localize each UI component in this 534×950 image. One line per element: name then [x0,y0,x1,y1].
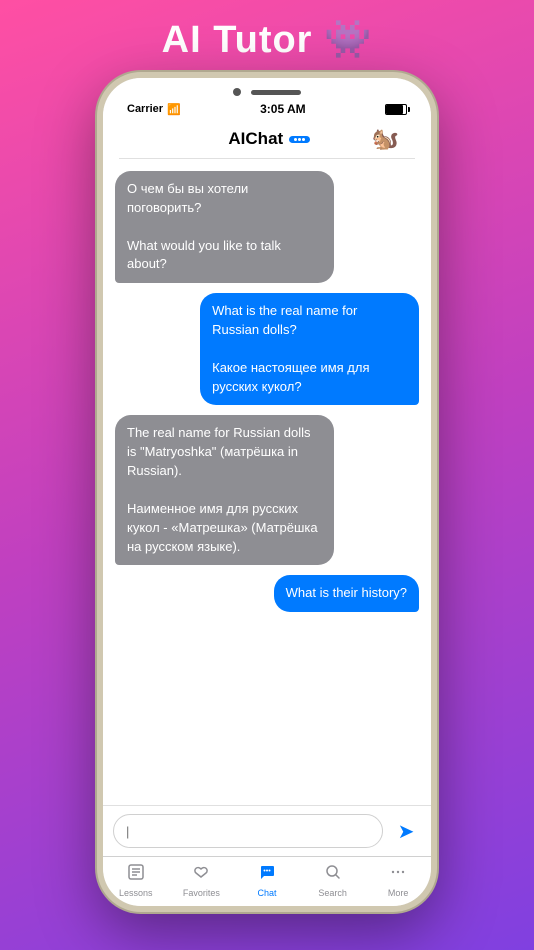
favorites-tab-label: Favorites [183,888,220,898]
favorites-tab-icon [192,863,210,886]
status-time: 3:05 AM [260,102,306,116]
send-button[interactable]: ➤ [391,816,421,846]
send-arrow-icon: ➤ [398,819,415,844]
message-bubble: What is their history? [274,575,419,612]
tab-item-lessons[interactable]: Lessons [110,863,162,898]
chat-tab-icon [258,863,276,886]
camera-dot [233,88,241,96]
message-row: О чем бы вы хотели поговорить? What woul… [115,171,419,283]
tab-item-search[interactable]: Search [307,863,359,898]
tab-bar: Lessons Favorites Chat Search More [103,856,431,906]
search-tab-icon [324,863,342,886]
nav-title-text: AIChat [228,129,283,149]
status-right [385,104,407,115]
message-bubble: О чем бы вы хотели поговорить? What woul… [115,171,334,283]
speaker-bar [251,90,301,95]
app-title: AI Tutor 👾 [0,18,534,62]
chipmunk-emoji: 🐿️ [372,126,399,152]
more-tab-icon [389,863,407,886]
bubble-dot-3 [302,138,305,141]
nav-title: AIChat [228,129,310,149]
message-row: What is their history? [115,575,419,612]
nav-bar: AIChat 🐿️ [119,120,415,159]
message-input[interactable] [113,814,383,848]
carrier-label: Carrier [127,103,163,115]
tab-item-favorites[interactable]: Favorites [175,863,227,898]
bubble-dot-1 [294,138,297,141]
bubble-dot-2 [298,138,301,141]
status-bar: Carrier 📶 3:05 AM [119,100,415,120]
tab-item-more[interactable]: More [372,863,424,898]
message-row: What is the real name for Russian dolls?… [115,293,419,405]
tab-item-chat[interactable]: Chat [241,863,293,898]
lessons-tab-label: Lessons [119,888,153,898]
message-row: The real name for Russian dolls is "Matr… [115,415,419,565]
message-bubble: The real name for Russian dolls is "Matr… [115,415,334,565]
phone-sensors [119,88,415,96]
status-left: Carrier 📶 [127,103,181,116]
chat-tab-label: Chat [257,888,276,898]
message-bubble: What is the real name for Russian dolls?… [200,293,419,405]
lessons-tab-icon [127,863,145,886]
more-tab-label: More [388,888,409,898]
phone-top: Carrier 📶 3:05 AM AIChat 🐿️ [103,78,431,159]
battery-icon [385,104,407,115]
phone-frame: Carrier 📶 3:05 AM AIChat 🐿️ [97,72,437,912]
wifi-icon: 📶 [167,103,181,116]
search-tab-label: Search [318,888,347,898]
battery-fill [386,105,403,114]
input-area: ➤ [103,805,431,856]
chat-area: О чем бы вы хотели поговорить? What woul… [103,159,431,805]
chat-bubble-nav-icon [289,136,310,143]
